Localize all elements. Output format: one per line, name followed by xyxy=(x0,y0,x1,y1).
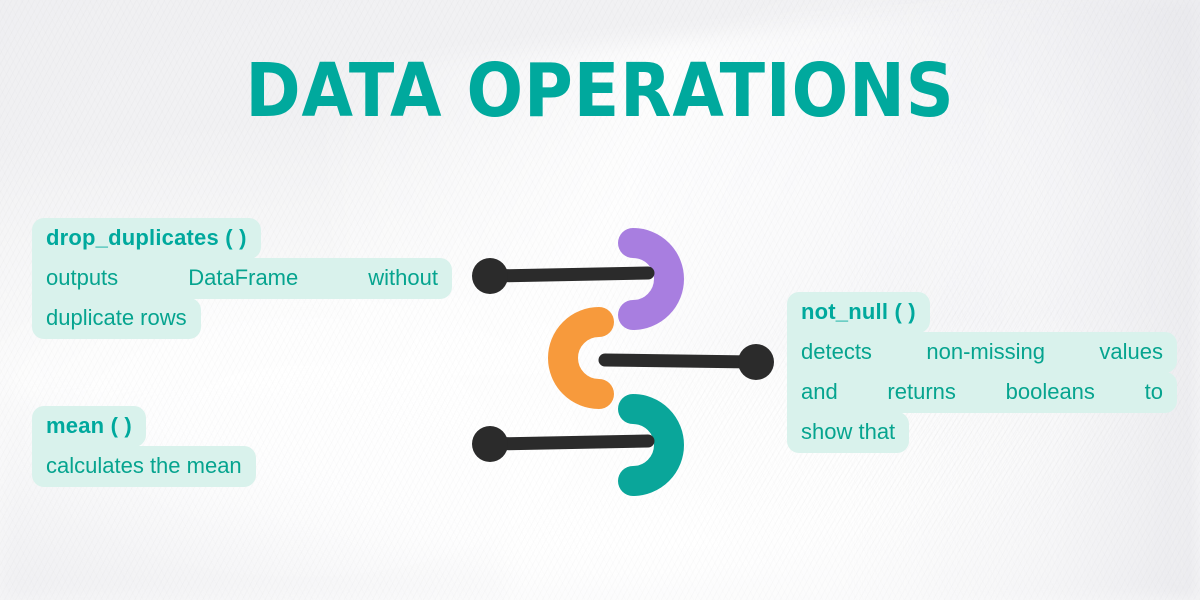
connector-top xyxy=(472,258,655,294)
word: and xyxy=(801,379,838,404)
card-not-null-heading: not_null ( ) xyxy=(787,292,930,333)
word: to xyxy=(1144,379,1163,404)
word: without xyxy=(368,265,438,290)
card-not-null-line-2: and returns booleans to xyxy=(787,372,1177,413)
card-drop-duplicates-line-1: outputs DataFrame without xyxy=(32,258,452,299)
card-not-null: not_null ( ) detects non-missing values … xyxy=(787,292,1177,453)
word: returns xyxy=(887,379,956,404)
word: non-missing xyxy=(926,339,1045,364)
card-mean: mean ( ) calculates the mean xyxy=(32,406,256,487)
card-drop-duplicates-heading: drop_duplicates ( ) xyxy=(32,218,261,259)
word: detects xyxy=(801,339,872,364)
poster-canvas: DATA OPERATIONS drop_duplicates ( ) outp… xyxy=(0,0,1200,600)
card-not-null-line-3: show that xyxy=(787,412,910,453)
card-drop-duplicates-line-2: duplicate rows xyxy=(32,298,201,339)
card-not-null-line-1: detects non-missing values xyxy=(787,332,1177,373)
card-mean-heading: mean ( ) xyxy=(32,406,146,447)
word: DataFrame xyxy=(188,265,299,290)
connector-bottom xyxy=(472,426,655,462)
word: values xyxy=(1099,339,1163,364)
connector-middle xyxy=(598,344,774,380)
card-mean-line-1: calculates the mean xyxy=(32,446,256,487)
orange-arc xyxy=(548,307,614,409)
card-drop-duplicates: drop_duplicates ( ) outputs DataFrame wi… xyxy=(32,218,452,339)
word: booleans xyxy=(1005,379,1095,404)
word: outputs xyxy=(46,265,119,290)
